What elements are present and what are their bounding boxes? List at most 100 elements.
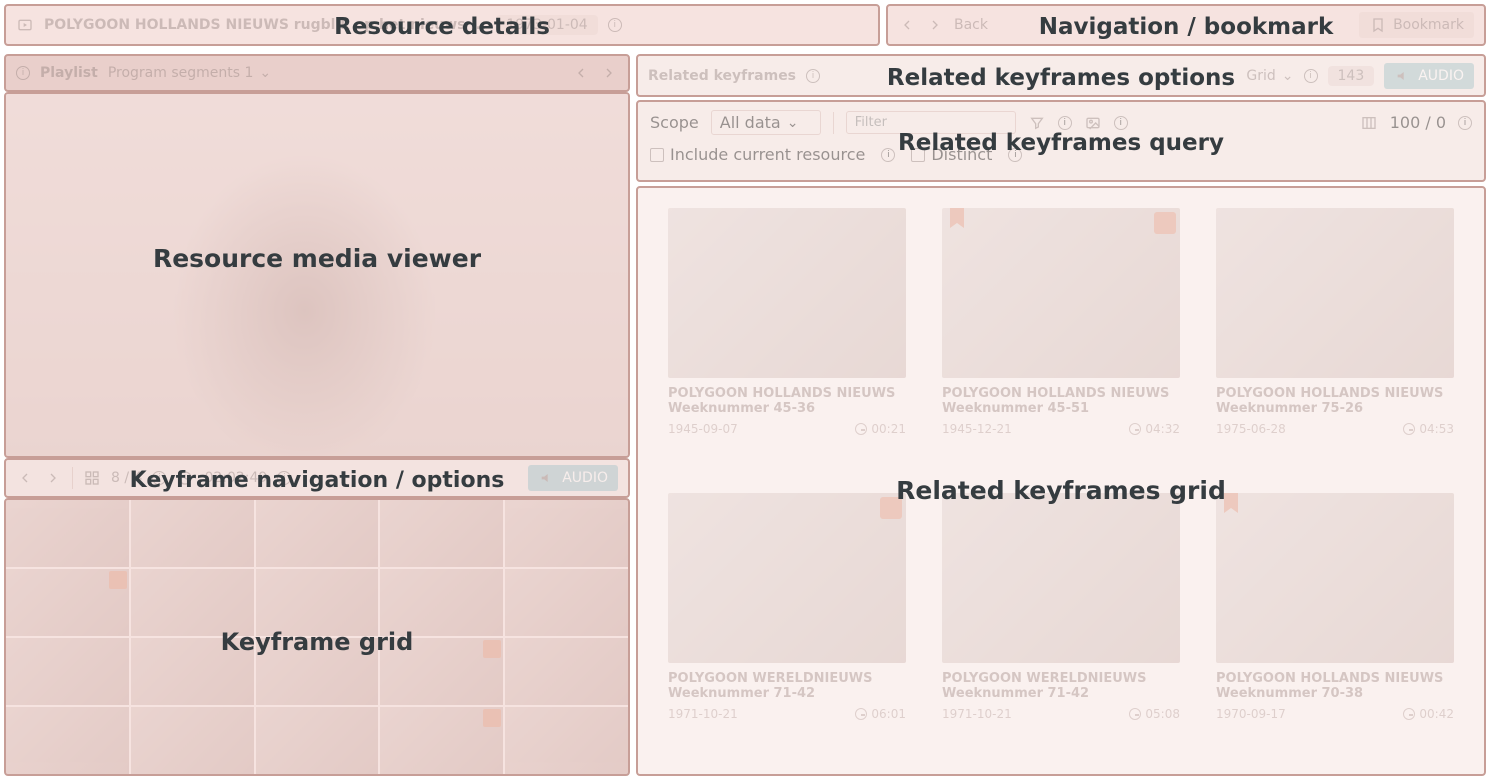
info-icon[interactable]: i <box>1458 116 1472 130</box>
keyframe-thumb[interactable] <box>256 569 379 636</box>
nav-next-icon[interactable] <box>926 16 944 34</box>
keyframe-grid: Keyframe grid <box>4 498 630 776</box>
card-subtitle: Weeknummer 45-51 <box>942 401 1180 416</box>
info-icon[interactable]: i <box>1058 116 1072 130</box>
keyframe-thumb[interactable] <box>6 707 129 774</box>
card-meta: 1970-09-1700:42 <box>1216 707 1454 721</box>
nav-prev-icon[interactable] <box>898 16 916 34</box>
keyframe-thumb[interactable] <box>131 569 254 636</box>
nav-bookmark-bar: Back Bookmark Navigation / bookmark <box>886 4 1486 46</box>
paging-value: 100 / 0 <box>1390 113 1446 132</box>
keyframe-thumb[interactable] <box>256 638 379 705</box>
keyframe-thumb[interactable] <box>256 500 379 567</box>
card-title: POLYGOON HOLLANDS NIEUWS <box>668 386 906 401</box>
keyframe-thumb[interactable] <box>380 569 503 636</box>
info-icon[interactable]: i <box>1304 69 1318 83</box>
related-card[interactable]: POLYGOON HOLLANDS NIEUWSWeeknummer 70-38… <box>1216 493 1454 754</box>
keyframe-thumb[interactable] <box>505 500 628 567</box>
keyframe-thumb[interactable] <box>6 569 129 636</box>
keyframe-thumb[interactable] <box>505 707 628 774</box>
keyframe-thumb[interactable] <box>505 638 628 705</box>
info-icon[interactable]: i <box>277 471 291 485</box>
tag-icon <box>109 571 127 589</box>
chevron-down-icon: ⌄ <box>1282 68 1294 84</box>
media-viewer[interactable]: Resource media viewer <box>4 92 630 458</box>
bookmark-label: Bookmark <box>1393 17 1464 33</box>
related-card[interactable]: POLYGOON HOLLANDS NIEUWSWeeknummer 45-36… <box>668 208 906 469</box>
related-query-bar: Scope All data ⌄ i i 100 / 0 i Include c… <box>636 100 1486 182</box>
keyframe-thumb[interactable] <box>380 638 503 705</box>
card-thumbnail[interactable] <box>942 208 1180 378</box>
card-timecode: 04:32 <box>1129 422 1180 436</box>
distinct-checkbox[interactable]: Distinct <box>911 145 992 164</box>
card-date: 1971-10-21 <box>668 707 738 721</box>
kf-next-icon[interactable] <box>44 469 62 487</box>
keyframe-thumb[interactable] <box>131 707 254 774</box>
resource-title: POLYGOON HOLLANDS NIEUWS rugblik op het … <box>44 17 486 33</box>
audio-label: AUDIO <box>1418 68 1464 84</box>
card-subtitle: Weeknummer 45-36 <box>668 401 906 416</box>
info-icon[interactable]: i <box>881 148 895 162</box>
audio-icon <box>1394 67 1412 85</box>
card-thumbnail[interactable] <box>1216 208 1454 378</box>
info-icon[interactable]: i <box>608 18 622 32</box>
card-thumbnail[interactable] <box>668 493 906 663</box>
info-icon[interactable]: i <box>1114 116 1128 130</box>
grid-icon <box>83 469 101 487</box>
keyframe-thumb[interactable] <box>131 638 254 705</box>
audio-button[interactable]: AUDIO <box>528 465 618 491</box>
card-thumbnail[interactable] <box>668 208 906 378</box>
filter-input[interactable] <box>846 111 1016 134</box>
card-title: POLYGOON WERELDNIEUWS <box>942 671 1180 686</box>
back-label[interactable]: Back <box>954 17 988 33</box>
kf-index: 8 / 4 <box>111 470 142 486</box>
related-card[interactable]: POLYGOON WERELDNIEUWSWeeknummer 71-42 197… <box>942 493 1180 754</box>
card-date: 1975-06-28 <box>1216 422 1286 436</box>
playlist-select[interactable]: Program segments 1 ⌄ <box>108 65 271 81</box>
card-thumbnail[interactable] <box>942 493 1180 663</box>
result-count: 143 <box>1328 66 1375 86</box>
keyframe-thumb[interactable] <box>380 707 503 774</box>
playlist-label: Playlist <box>40 65 98 81</box>
scope-select[interactable]: All data ⌄ <box>711 110 821 135</box>
bookmark-button[interactable]: Bookmark <box>1359 12 1474 38</box>
keyframe-thumb[interactable] <box>256 707 379 774</box>
card-date: 1971-10-21 <box>942 707 1012 721</box>
image-icon[interactable] <box>1084 114 1102 132</box>
filter-icon[interactable] <box>1028 114 1046 132</box>
include-label: Include current resource <box>670 145 865 164</box>
related-keyframes-grid: POLYGOON HOLLANDS NIEUWSWeeknummer 45-36… <box>636 186 1486 776</box>
card-title: POLYGOON HOLLANDS NIEUWS <box>1216 386 1454 401</box>
resource-type-icon <box>16 16 34 34</box>
related-card[interactable]: POLYGOON WERELDNIEUWSWeeknummer 71-42197… <box>668 493 906 754</box>
card-meta: 1975-06-2804:53 <box>1216 422 1454 436</box>
info-icon[interactable]: i <box>1008 148 1022 162</box>
resource-details-bar: POLYGOON HOLLANDS NIEUWS rugblik op het … <box>4 4 880 46</box>
keyframe-thumb[interactable] <box>6 500 129 567</box>
playlist-prev-icon[interactable] <box>572 64 590 82</box>
info-icon[interactable]: i <box>152 471 166 485</box>
scope-label: Scope <box>650 113 699 132</box>
keyframe-thumb[interactable] <box>380 500 503 567</box>
layout-select[interactable]: Grid ⌄ <box>1246 68 1293 84</box>
card-meta: 1945-12-2104:32 <box>942 422 1180 436</box>
card-title: POLYGOON WERELDNIEUWS <box>668 671 906 686</box>
card-thumbnail[interactable] <box>1216 493 1454 663</box>
keyframe-thumb[interactable] <box>6 638 129 705</box>
related-card[interactable]: POLYGOON HOLLANDS NIEUWSWeeknummer 75-26… <box>1216 208 1454 469</box>
kf-prev-icon[interactable] <box>16 469 34 487</box>
clock-icon <box>855 708 867 720</box>
distinct-label: Distinct <box>931 145 992 164</box>
card-subtitle: Weeknummer 71-42 <box>942 686 1180 701</box>
keyframe-thumb[interactable] <box>505 569 628 636</box>
audio-button[interactable]: AUDIO <box>1384 63 1474 89</box>
audio-label: AUDIO <box>562 470 608 486</box>
columns-icon[interactable] <box>1360 114 1378 132</box>
info-icon[interactable]: i <box>806 69 820 83</box>
playlist-next-icon[interactable] <box>600 64 618 82</box>
keyframe-thumb[interactable] <box>131 500 254 567</box>
related-card[interactable]: POLYGOON HOLLANDS NIEUWSWeeknummer 45-51… <box>942 208 1180 469</box>
info-icon[interactable]: i <box>16 66 30 80</box>
include-current-checkbox[interactable]: Include current resource <box>650 145 865 164</box>
card-timecode: 00:42 <box>1403 707 1454 721</box>
